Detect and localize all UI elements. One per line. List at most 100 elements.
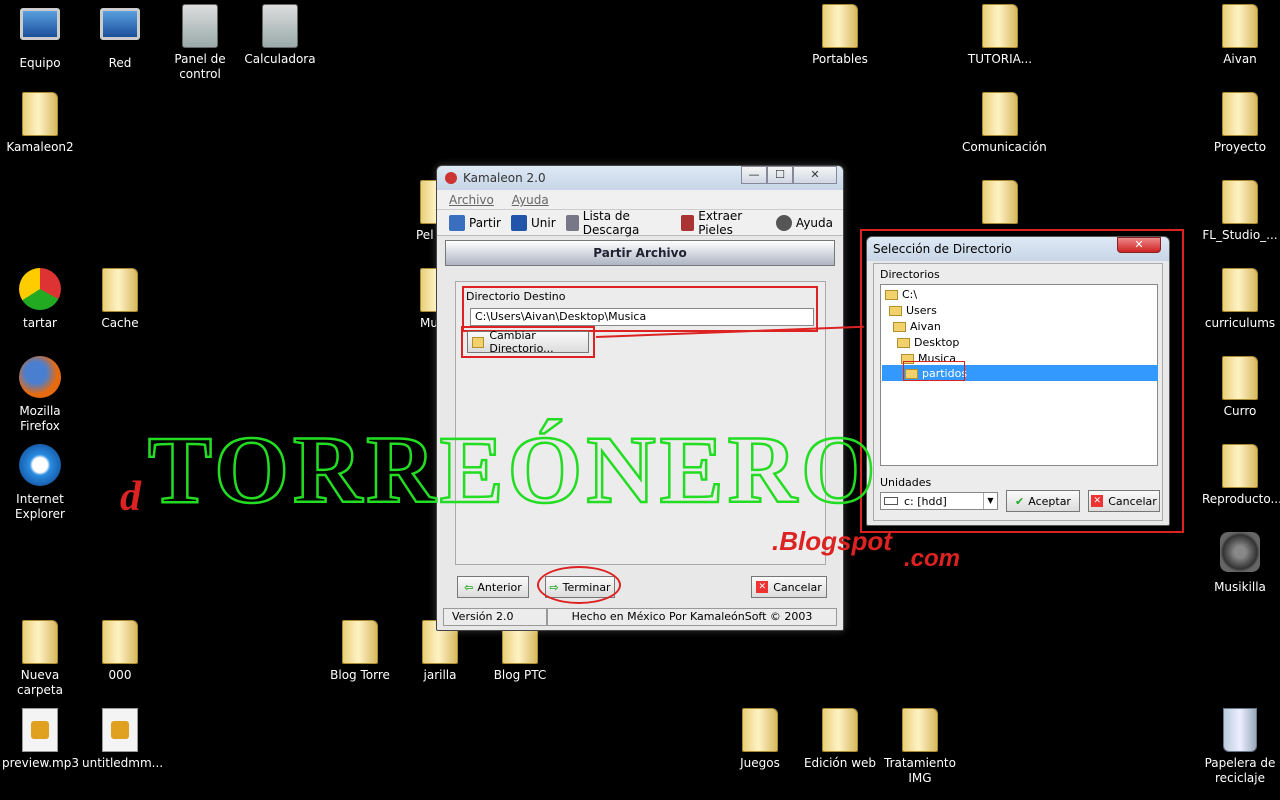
window-titlebar[interactable]: Kamaleon 2.0 — ☐ ✕ xyxy=(437,166,843,190)
folder-icon xyxy=(742,708,778,752)
desktop-icon-kamaleon2[interactable]: Kamaleon2 xyxy=(2,92,78,155)
firefox-icon xyxy=(19,356,61,398)
dialog-cancel-button[interactable]: ✕ Cancelar xyxy=(1088,490,1160,512)
desktop-icon-cache[interactable]: Cache xyxy=(82,268,158,331)
desktop-icon-calculadora[interactable]: Calculadora xyxy=(242,4,318,67)
desktop-icon-musikilla[interactable]: Musikilla xyxy=(1202,532,1278,595)
desktop-icon-firefox[interactable]: Mozilla Firefox xyxy=(2,356,78,434)
folder-icon xyxy=(472,336,485,348)
desktop-icon-000[interactable]: 000 xyxy=(82,620,158,683)
desktop-icon-blog-torre[interactable]: Blog Torre xyxy=(322,620,398,683)
desktop-icon-proyecto[interactable]: Proyecto xyxy=(1202,92,1278,155)
change-directory-highlight: Cambiar Directorio... xyxy=(461,326,595,358)
desktop-icon-tutoria[interactable]: TUTORIA... xyxy=(962,4,1038,67)
maximize-button[interactable]: ☐ xyxy=(767,166,793,184)
folder-icon xyxy=(1222,4,1258,48)
watermark-main: TORREÓNERO xyxy=(148,416,880,523)
desktop-icon-panel-de-control[interactable]: Panel de control xyxy=(162,4,238,82)
desktop-icon-aivan[interactable]: Aivan xyxy=(1202,4,1278,67)
desktop-icon-papelera[interactable]: Papelera de reciclaje xyxy=(1202,708,1278,786)
desktop-icon-equipo[interactable]: Equipo xyxy=(2,4,78,71)
speaker-icon xyxy=(1220,532,1260,572)
tree-item-aivan[interactable]: Aivan xyxy=(893,319,941,334)
folder-icon xyxy=(342,620,378,664)
accept-button[interactable]: ✔ Aceptar xyxy=(1006,490,1080,512)
desktop-icon-folder-hidden[interactable] xyxy=(962,180,1038,228)
split-icon xyxy=(449,214,465,231)
audio-file-icon xyxy=(102,708,138,752)
dialog-titlebar[interactable]: Selección de Directorio ✕ xyxy=(867,237,1169,261)
blog-watermark: d TORREÓNERO .Blogspot .com xyxy=(120,415,960,572)
desktop-icon-reproductor[interactable]: Reproducto... xyxy=(1202,444,1280,507)
toolbar: Partir Unir Lista de Descarga Extraer Pi… xyxy=(437,209,843,237)
window-title: Kamaleon 2.0 xyxy=(463,171,546,185)
check-icon: ✔ xyxy=(1015,494,1025,508)
menu-bar: Archivo Ayuda xyxy=(437,190,843,210)
folder-icon xyxy=(1222,444,1258,488)
chrome-icon xyxy=(19,268,61,310)
desktop-icon-untitled[interactable]: untitledmm... xyxy=(82,708,163,771)
desktop-icon-fl-studio[interactable]: FL_Studio_... xyxy=(1202,180,1278,243)
toolbar-unir-button[interactable]: Unir xyxy=(510,214,556,231)
status-version: Versión 2.0 xyxy=(443,608,547,626)
folder-icon xyxy=(822,4,858,48)
arrow-left-icon: ⇦ xyxy=(464,580,474,594)
tree-item-desktop[interactable]: Desktop xyxy=(897,335,959,350)
tree-item-c[interactable]: C:\ xyxy=(885,287,917,302)
join-icon xyxy=(510,214,527,231)
internet-explorer-icon xyxy=(19,444,61,486)
calculator-icon xyxy=(262,4,298,48)
help-icon xyxy=(775,214,792,231)
audio-file-icon xyxy=(22,708,58,752)
app-icon xyxy=(445,172,457,184)
desktop-icon-curriculums[interactable]: curriculums xyxy=(1202,268,1278,331)
desktop-icon-tartar[interactable]: tartar xyxy=(2,268,78,331)
desktop-icon-juegos[interactable]: Juegos xyxy=(722,708,798,771)
folder-open-icon xyxy=(897,337,910,348)
folder-icon xyxy=(822,708,858,752)
destination-label: Directorio Destino xyxy=(466,290,566,303)
control-panel-icon xyxy=(182,4,218,48)
toolbar-partir-button[interactable]: Partir xyxy=(449,214,501,231)
folder-icon xyxy=(982,180,1018,224)
directories-label: Directorios xyxy=(880,268,940,281)
desktop-icon-red[interactable]: Red xyxy=(82,4,158,71)
desktop-icon-internet-explorer[interactable]: Internet Explorer xyxy=(2,444,78,522)
desktop-icon-nueva-carpeta[interactable]: Nueva carpeta xyxy=(2,620,78,698)
toolbar-lista-descarga-button[interactable]: Lista de Descarga xyxy=(565,209,672,237)
network-icon xyxy=(100,8,140,40)
skin-icon xyxy=(681,214,695,231)
folder-open-icon xyxy=(893,321,906,332)
desktop-icon-preview-mp3[interactable]: preview.mp3 xyxy=(2,708,79,771)
folder-icon xyxy=(902,708,938,752)
desktop-icon-curro[interactable]: Curro xyxy=(1202,356,1278,419)
tree-item-users[interactable]: Users xyxy=(889,303,937,318)
folder-icon xyxy=(102,268,138,312)
desktop-icon-edicion-web[interactable]: Edición web xyxy=(802,708,878,771)
menu-archivo[interactable]: Archivo xyxy=(449,193,494,207)
change-directory-button[interactable]: Cambiar Directorio... xyxy=(467,329,589,355)
dialog-close-button[interactable]: ✕ xyxy=(1117,237,1161,253)
desktop-icon-portables[interactable]: Portables xyxy=(802,4,878,67)
minimize-button[interactable]: — xyxy=(741,166,767,184)
folder-icon xyxy=(22,92,58,136)
desktop-icon-comunicacion[interactable]: Comunicación xyxy=(962,92,1047,155)
desktop-icon-tratamiento-img[interactable]: Tratamiento IMG xyxy=(882,708,958,786)
chevron-down-icon[interactable]: ▼ xyxy=(983,493,997,509)
close-button[interactable]: ✕ xyxy=(793,166,837,184)
menu-ayuda[interactable]: Ayuda xyxy=(512,193,549,207)
watermark-suffix-com: .com xyxy=(904,545,960,572)
folder-icon xyxy=(1222,180,1258,224)
section-header: Partir Archivo xyxy=(445,240,835,266)
recycle-bin-icon xyxy=(1223,708,1257,752)
watermark-prefix: d xyxy=(120,474,142,520)
toolbar-ayuda-button[interactable]: Ayuda xyxy=(775,214,833,231)
dialog-title: Selección de Directorio xyxy=(873,242,1012,256)
folder-icon xyxy=(1222,268,1258,312)
folder-open-icon xyxy=(885,289,898,300)
destination-path-field[interactable]: C:\Users\Aivan\Desktop\Musica xyxy=(470,308,814,326)
partidos-highlight xyxy=(903,361,965,381)
computer-icon xyxy=(20,8,60,40)
toolbar-extraer-pieles-button[interactable]: Extraer Pieles xyxy=(681,209,766,237)
folder-icon xyxy=(982,4,1018,48)
